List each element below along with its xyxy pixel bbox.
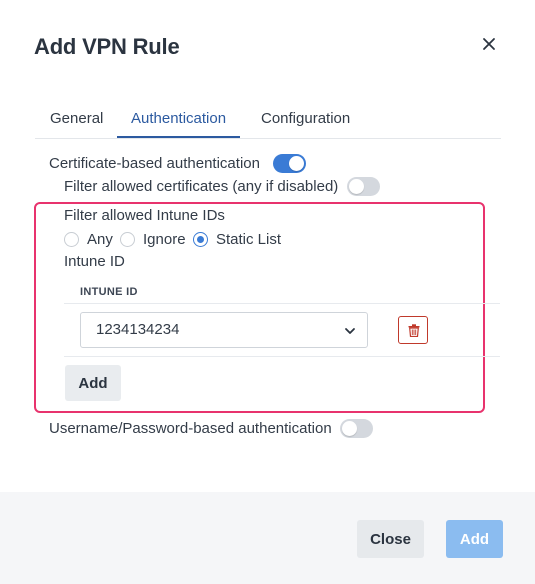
toggle-knob — [349, 179, 364, 194]
dialog-title: Add VPN Rule — [34, 34, 180, 59]
radio-circle — [120, 231, 135, 247]
filter-certificates-label: Filter allowed certificates (any if disa… — [64, 178, 339, 195]
radio-circle — [193, 231, 208, 247]
toggle-knob — [342, 421, 357, 436]
column-header-intune-id: INTUNE ID — [80, 286, 138, 298]
username-password-auth-toggle[interactable] — [340, 419, 373, 438]
toggle-knob — [289, 156, 304, 171]
radio-ignore-label: Ignore — [143, 230, 186, 248]
certificate-auth-label: Certificate-based authentication — [49, 155, 260, 172]
radio-ignore[interactable]: Ignore — [120, 229, 186, 249]
add-vpn-rule-dialog: Add VPN Rule General Authentication Conf… — [0, 0, 535, 584]
intune-id-label: Intune ID — [64, 253, 125, 270]
intune-id-value: 1234134234 — [96, 321, 180, 338]
radio-any-label: Any — [87, 230, 113, 248]
radio-static-list-label: Static List — [216, 230, 282, 248]
tab-configuration[interactable]: Configuration — [261, 105, 350, 138]
intune-id-select[interactable]: 1234134234 — [80, 312, 368, 348]
tab-bar: General Authentication Configuration — [35, 105, 501, 139]
radio-circle — [64, 231, 79, 247]
add-button[interactable]: Add — [446, 520, 503, 558]
chevron-down-icon — [345, 328, 355, 334]
tab-authentication[interactable]: Authentication — [117, 105, 241, 138]
intune-table-header: INTUNE ID — [64, 280, 500, 304]
close-icon[interactable] — [479, 34, 499, 54]
intune-filter-label: Filter allowed Intune IDs — [64, 207, 225, 224]
radio-any[interactable]: Any — [64, 229, 113, 249]
certificate-auth-toggle[interactable] — [273, 154, 306, 173]
close-button[interactable]: Close — [357, 520, 424, 558]
trash-icon — [408, 324, 420, 337]
username-password-auth-label: Username/Password-based authentication — [49, 420, 332, 437]
radio-static-list[interactable]: Static List — [193, 229, 281, 249]
filter-certificates-toggle[interactable] — [347, 177, 380, 196]
table-row: 1234134234 — [64, 304, 500, 357]
delete-row-button[interactable] — [398, 316, 428, 344]
dialog-footer: Close Add — [0, 492, 535, 584]
add-intune-id-button[interactable]: Add — [65, 365, 121, 401]
tab-general[interactable]: General — [50, 105, 103, 138]
